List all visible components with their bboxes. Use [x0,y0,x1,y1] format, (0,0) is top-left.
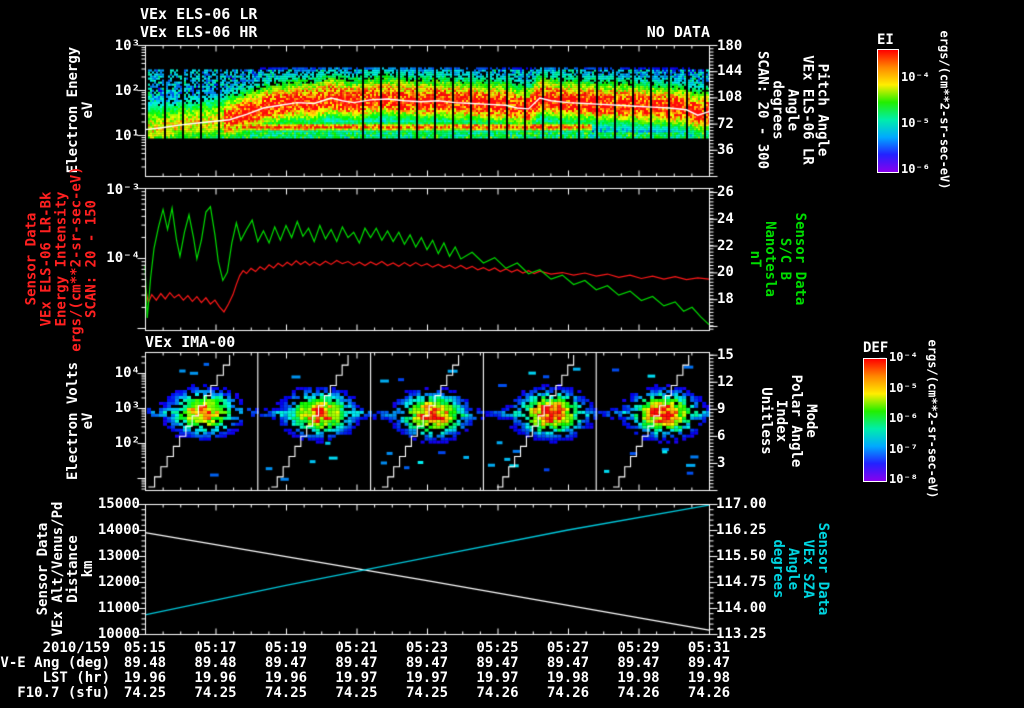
bk-y-tick-label: 10⁻³ [106,182,140,198]
table-cell: 89.47 [546,655,590,671]
time-tick-label: 05:29 [617,640,660,656]
table-cell: 74.25 [194,685,237,701]
sza-tick-label: 114.75 [716,574,767,590]
table-cell: 74.25 [405,685,449,701]
table-cell: 19.97 [335,670,378,686]
sza-tick-label: 117.00 [716,496,767,512]
table-row-label-veang: V-E Ang (deg) [0,655,110,671]
table-cell: 74.26 [617,685,660,701]
alt-y-tick-label: 13000 [97,548,140,564]
table-cell: 89.47 [476,655,519,671]
pa-tick-label: 72 [717,115,734,132]
pa-tick-label: 144 [717,63,743,80]
table-cell: 19.97 [476,670,519,686]
ima-title: VEx IMA-00 [145,333,236,351]
no-data-annotation: NO DATA [646,23,710,41]
alt-y-tick-label: 15000 [97,496,140,512]
ima-y-tick-label: 10³ [114,400,140,416]
plot-page: VEx ELS-06 LR VEx ELS-06 HR NO DATA VEx … [0,0,1024,708]
els-y-axis-title: Electron Energy eV [65,46,96,174]
table-cell: 89.47 [405,655,449,671]
pa-tick-label: 180 [717,38,743,54]
scb-tick-label: 26 [717,184,734,201]
time-tick-label: 05:25 [476,640,519,656]
mode-tick-label: 9 [717,400,726,417]
table-cell: 74.25 [335,685,378,701]
table-cell: 19.98 [687,670,731,686]
table-cell: 74.25 [123,685,167,701]
bk-y-tick-label: 10⁻⁴ [106,250,140,266]
colorbar-ei-tick-label: 10⁻⁵ [901,116,930,130]
els-y-tick-label: 10² [114,83,140,99]
table-cell: 19.96 [194,670,237,686]
colorbar-ei-title: EI [877,32,894,48]
mode-tick-label: 12 [717,373,734,390]
mode-tick-label: 15 [717,346,734,363]
mode-tick-label: 6 [717,427,726,444]
table-cell: 74.26 [687,685,731,701]
table-cell: 89.47 [687,655,731,671]
alt-y-tick-label: 14000 [97,522,140,538]
colorbar-def-tick-label: 10⁻⁵ [889,380,918,395]
els-y-tick-label: 10³ [114,38,140,54]
pa-tick-label: 36 [717,141,734,158]
alt-y-tick-label: 12000 [97,574,140,590]
table-row-label-lst: LST (hr) [42,670,110,686]
colorbar-def-tick-label: 10⁻⁴ [889,350,918,364]
colorbar-def-tick-label: 10⁻⁸ [889,472,918,486]
table-cell: 19.98 [617,670,660,686]
sza-tick-label: 116.25 [716,522,767,538]
time-tick-label: 05:31 [687,640,731,656]
table-cell: 89.47 [335,655,378,671]
table-cell: 74.26 [476,685,519,701]
table-cell: 89.48 [123,655,167,671]
colorbar-def [863,358,887,482]
table-row-label-f107: F10.7 (sfu) [17,685,110,701]
table-date-label: 2010/159 [42,640,110,656]
colorbar-def-tick-label: 10⁻⁷ [889,441,918,456]
sza-tick-label: 114.00 [716,600,767,616]
els-title-hr: VEx ELS-06 HR [140,23,258,41]
ima-y-tick-label: 10⁴ [114,365,140,381]
table-cell: 19.96 [123,670,167,686]
time-tick-label: 05:21 [335,640,378,656]
table-cell: 74.25 [264,685,308,701]
colorbar-ei [877,49,899,173]
alt-y-axis-title: Sensor Data VEx Alt/Venus/Pd Distance km [35,501,96,637]
table-cell: 89.47 [264,655,308,671]
table-cell: 19.98 [546,670,590,686]
alt-y-tick-label: 11000 [97,600,140,616]
ima-y-tick-label: 10² [114,435,140,451]
scb-tick-label: 24 [717,210,734,227]
els-title-lr: VEx ELS-06 LR [140,5,258,23]
table-cell: 89.48 [194,655,237,671]
time-tick-label: 05:27 [546,640,590,656]
table-cell: 19.97 [405,670,449,686]
table-cell: 19.96 [264,670,308,686]
colorbar-ei-tick-label: 10⁻⁴ [901,70,930,84]
scb-tick-label: 18 [717,291,734,308]
colorbar-def-title: DEF [863,340,889,356]
mode-tick-label: 3 [717,454,726,471]
colorbar-ei-tick-label: 10⁻⁶ [901,162,930,176]
time-tick-label: 05:23 [405,640,449,656]
table-cell: 74.26 [546,685,590,701]
table-cell: 89.47 [617,655,660,671]
sza-tick-label: 115.50 [716,548,767,564]
time-tick-label: 05:15 [123,640,167,656]
scb-tick-label: 20 [717,264,734,281]
time-tick-label: 05:17 [194,640,237,656]
els-y-tick-label: 10¹ [114,128,140,144]
scb-tick-label: 22 [717,237,734,254]
colorbar-def-tick-label: 10⁻⁶ [889,411,918,425]
time-tick-label: 05:19 [264,640,308,656]
pa-tick-label: 108 [717,89,743,106]
